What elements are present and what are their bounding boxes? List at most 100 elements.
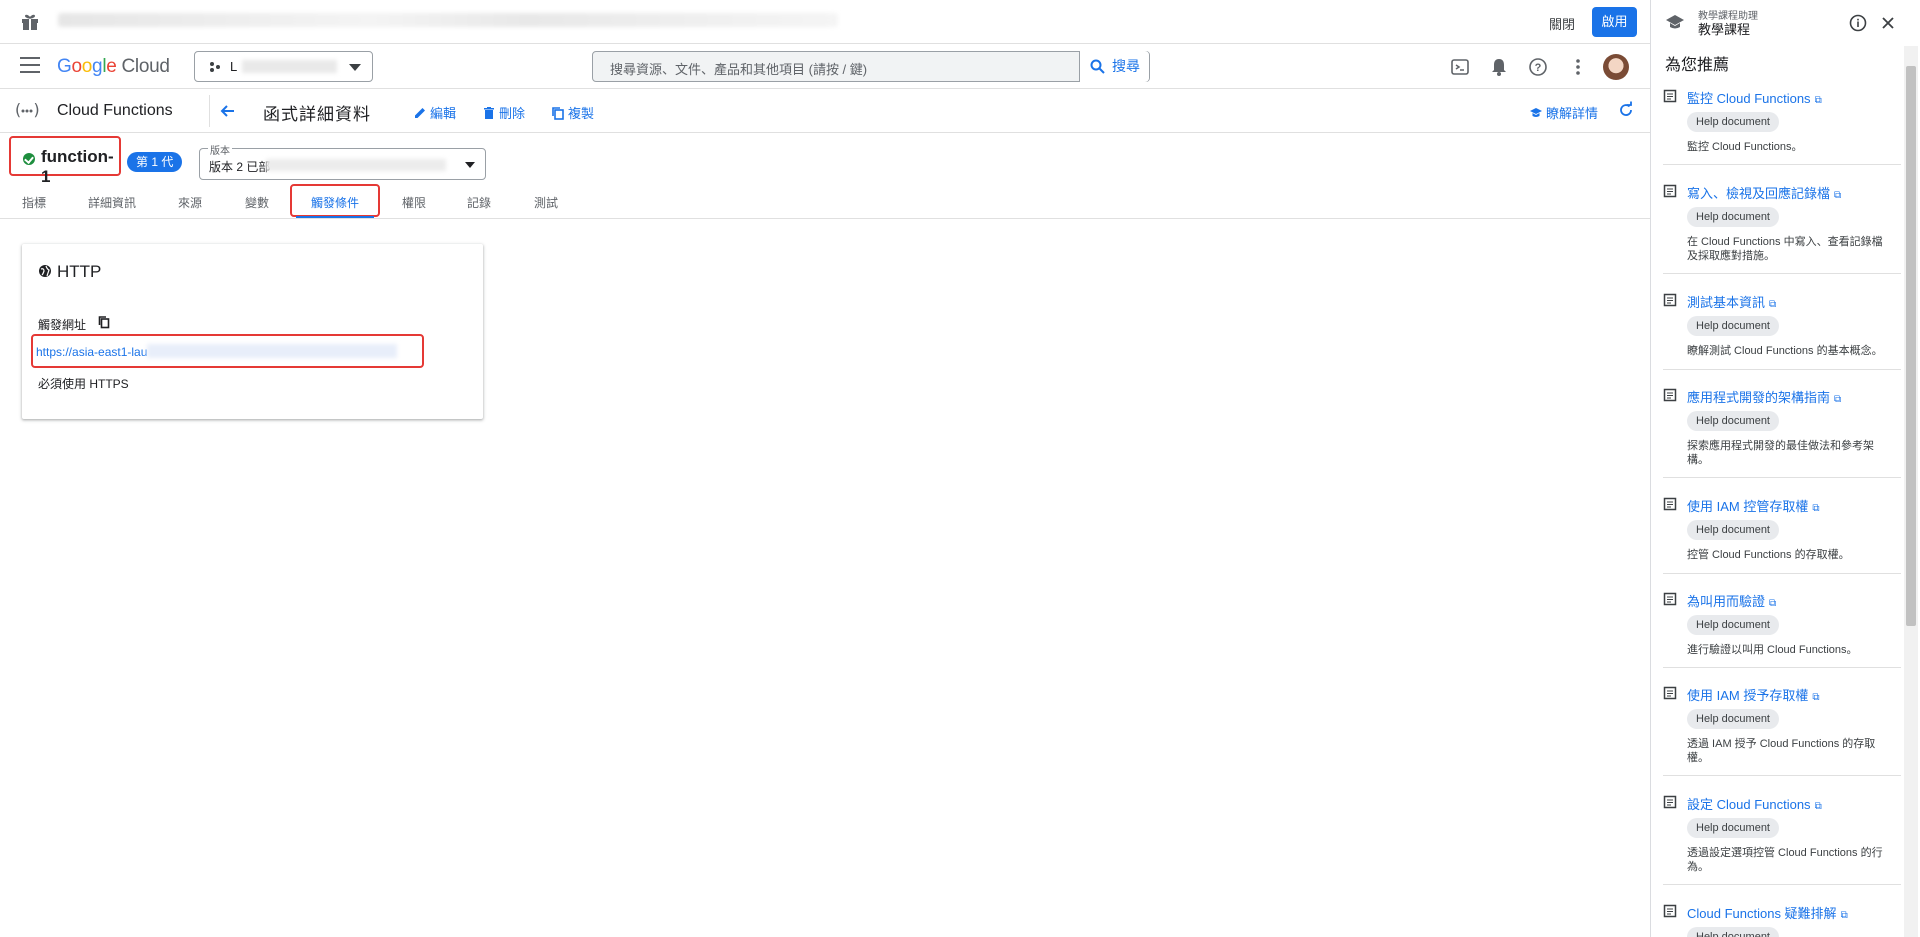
delete-button[interactable]: 刪除 (482, 103, 525, 122)
chevron-down-icon (349, 64, 361, 71)
divider (1663, 573, 1901, 574)
copy-icon (552, 106, 564, 120)
trigger-url-link[interactable]: https://asia-east1-lau (36, 345, 147, 359)
project-name: L (230, 59, 238, 74)
recommendation-description: 瞭解測試 Cloud Functions 的基本概念。 (1687, 345, 1883, 357)
recommendation-link[interactable]: 寫入、檢視及回應記錄檔 (1687, 183, 1841, 202)
tab-permissions[interactable]: 權限 (402, 194, 426, 211)
version-text-redacted (266, 159, 446, 171)
more-options-icon[interactable] (1567, 56, 1589, 78)
pencil-icon (415, 107, 425, 118)
app-root: 關閉 啟用 Google Cloud L 搜尋資源、文件、產品和其他項目 (請按… (0, 0, 1920, 937)
scrollbar-thumb[interactable] (1906, 66, 1916, 626)
recommendation-link[interactable]: 設定 Cloud Functions (1687, 794, 1822, 813)
cloud-shell-icon[interactable] (1449, 56, 1471, 78)
tab-source[interactable]: 來源 (178, 194, 202, 211)
recommendations-heading: 為您推薦 (1665, 57, 1730, 74)
account-avatar[interactable] (1603, 54, 1629, 80)
project-selector[interactable]: L (194, 51, 373, 82)
tab-bar: 指標 詳細資訊 來源 變數 觸發條件 權限 記錄 測試 (0, 184, 1650, 219)
hamburger-menu-icon[interactable] (20, 57, 40, 75)
tab-variables[interactable]: 變數 (245, 194, 269, 211)
trigger-card: HTTP 觸發網址 https://asia-east1-lau 必須使用 HT… (22, 244, 483, 419)
dismiss-button[interactable]: 關閉 (1549, 14, 1575, 33)
search-bar[interactable]: 搜尋資源、文件、產品和其他項目 (請按 / 鍵) 搜尋 (592, 51, 1150, 82)
svg-text:): ) (32, 100, 42, 119)
promo-banner: 關閉 啟用 (0, 0, 1650, 44)
search-button[interactable]: 搜尋 (1079, 51, 1149, 82)
tab-metrics[interactable]: 指標 (22, 194, 46, 211)
panel-scrollbar[interactable] (1904, 46, 1918, 937)
document-icon (1663, 795, 1677, 809)
recommendation-description: 透過設定選項控管 Cloud Functions 的行為。 (1687, 847, 1883, 873)
help-document-chip: Help document (1687, 520, 1779, 540)
document-icon (1663, 388, 1677, 402)
document-icon (1663, 184, 1677, 198)
version-selector[interactable]: 版本 版本 2 已部 (199, 142, 486, 180)
tutorial-assistant-panel: 教學課程助理 教學課程 為您推薦 監控 Cloud Functions Help… (1650, 0, 1920, 937)
tab-testing[interactable]: 測試 (534, 194, 558, 211)
tab-details[interactable]: 詳細資訊 (88, 194, 136, 211)
divider (1663, 273, 1901, 274)
help-document-chip: Help document (1687, 709, 1779, 729)
top-navigation-bar: Google Cloud L 搜尋資源、文件、產品和其他項目 (請按 / 鍵) … (0, 44, 1650, 89)
function-summary-bar: function-1 第 1 代 版本 版本 2 已部 (0, 134, 1650, 186)
svg-text:(: ( (13, 100, 23, 119)
function-name: function-1 (41, 147, 114, 186)
recommendation-link[interactable]: 使用 IAM 控管存取權 (1687, 496, 1819, 515)
info-icon[interactable] (1849, 14, 1867, 32)
document-icon (1663, 497, 1677, 511)
page-header: () Cloud Functions 函式詳細資料 編輯 刪除 複製 瞭解詳情 (0, 89, 1650, 133)
recommendation-link[interactable]: 測試基本資訊 (1687, 292, 1776, 311)
service-name: Cloud Functions (57, 102, 173, 119)
project-name-redacted (242, 60, 337, 73)
cloud-functions-icon: () (13, 100, 42, 119)
document-icon (1663, 592, 1677, 606)
activate-button[interactable]: 啟用 (1592, 7, 1637, 37)
copy-button[interactable]: 複製 (551, 103, 594, 122)
panel-title: 教學課程 (1698, 22, 1751, 37)
refresh-icon[interactable] (1617, 101, 1635, 119)
learn-more-button[interactable]: 瞭解詳情 (1529, 103, 1598, 122)
recommendation-description: 在 Cloud Functions 中寫入、查看記錄檔及採取應對措施。 (1687, 236, 1883, 262)
svg-text:?: ? (1535, 62, 1542, 74)
copy-label: 複製 (568, 106, 595, 121)
recommendation-link[interactable]: Cloud Functions 疑難排解 (1687, 903, 1848, 922)
trash-icon (484, 106, 494, 119)
help-document-chip: Help document (1687, 818, 1779, 838)
copy-url-icon[interactable] (97, 315, 111, 329)
document-icon (1663, 89, 1677, 103)
version-value: 版本 2 已部 (209, 160, 271, 174)
close-icon[interactable] (1879, 14, 1897, 32)
tab-trigger[interactable]: 觸發條件 (311, 194, 359, 211)
edit-button[interactable]: 編輯 (413, 103, 456, 122)
https-required-note: 必須使用 HTTPS (38, 377, 129, 391)
recommendation-link[interactable]: 使用 IAM 授予存取權 (1687, 685, 1819, 704)
divider (1663, 775, 1901, 776)
gift-icon (22, 14, 38, 30)
chevron-down-icon (465, 162, 475, 168)
edit-label: 編輯 (430, 106, 457, 121)
help-document-chip: Help document (1687, 927, 1779, 937)
recommendation-link[interactable]: 監控 Cloud Functions (1687, 88, 1822, 107)
help-document-chip: Help document (1687, 411, 1779, 431)
search-input[interactable]: 搜尋資源、文件、產品和其他項目 (請按 / 鍵) (610, 59, 867, 78)
generation-badge: 第 1 代 (127, 152, 183, 172)
help-icon[interactable]: ? (1527, 56, 1549, 78)
recommendation-link[interactable]: 為叫用而驗證 (1687, 591, 1776, 610)
document-icon (1663, 293, 1677, 307)
help-document-chip: Help document (1687, 112, 1779, 132)
google-cloud-logo[interactable]: Google Cloud (57, 56, 170, 78)
tab-logs[interactable]: 記錄 (467, 194, 491, 211)
help-document-chip: Help document (1687, 615, 1779, 635)
notifications-bell-icon[interactable] (1488, 56, 1510, 78)
divider (1663, 164, 1901, 165)
recommendation-description: 透過 IAM 授予 Cloud Functions 的存取權。 (1687, 738, 1876, 764)
divider (1663, 884, 1901, 885)
back-arrow-icon[interactable] (218, 101, 238, 121)
recommendation-link[interactable]: 應用程式開發的架構指南 (1687, 387, 1841, 406)
header-divider (209, 95, 210, 127)
function-name-highlight: function-1 (9, 136, 121, 186)
trigger-url-label: 觸發網址 (38, 318, 87, 332)
main-area: 關閉 啟用 Google Cloud L 搜尋資源、文件、產品和其他項目 (請按… (0, 0, 1650, 937)
